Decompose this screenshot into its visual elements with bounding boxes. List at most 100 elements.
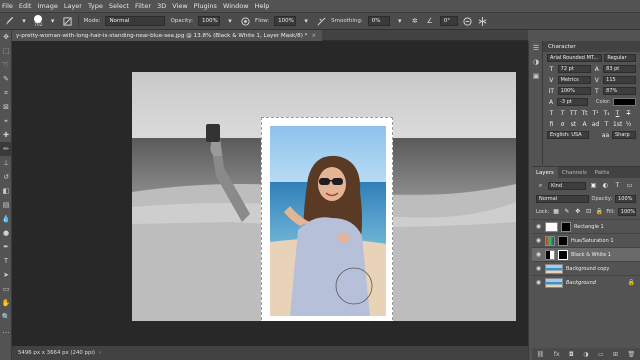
shape-tool-icon[interactable]: ▭: [0, 282, 12, 296]
layer-opacity-field[interactable]: 100%: [615, 194, 636, 203]
clone-stamp-tool-icon[interactable]: ⊥: [0, 156, 12, 170]
font-size-field[interactable]: 72 pt: [557, 65, 591, 73]
text-color-swatch[interactable]: [612, 98, 636, 106]
menu-help[interactable]: Help: [255, 2, 270, 10]
flow-field[interactable]: 100%: [274, 16, 297, 26]
eye-icon[interactable]: ◉: [535, 251, 542, 258]
tab-layers[interactable]: Layers: [532, 167, 558, 178]
eye-icon[interactable]: ◉: [535, 265, 542, 272]
stylistic-button[interactable]: ad: [591, 121, 600, 128]
link-icon[interactable]: ⛓: [537, 351, 545, 358]
all-caps-button[interactable]: TT: [569, 110, 578, 117]
layer-filter-select[interactable]: Kind: [548, 181, 586, 190]
chevron-down-icon[interactable]: ▾: [19, 16, 29, 26]
eyedropper-tool-icon[interactable]: ⌖: [0, 114, 12, 128]
eye-icon[interactable]: ◉: [535, 279, 542, 286]
fx-icon[interactable]: fx: [554, 351, 560, 358]
path-select-tool-icon[interactable]: ➤: [0, 268, 12, 282]
opacity-field[interactable]: 100%: [198, 16, 221, 26]
fill-field[interactable]: 100%: [617, 207, 636, 216]
mode-select[interactable]: Normal: [105, 16, 166, 26]
menu-window[interactable]: Window: [223, 2, 249, 10]
eraser-tool-icon[interactable]: ◧: [0, 184, 12, 198]
lock-all-icon[interactable]: 🔒: [596, 208, 604, 215]
lasso-tool-icon[interactable]: ➰: [0, 58, 12, 72]
blur-tool-icon[interactable]: 💧: [0, 212, 12, 226]
ordinals-button[interactable]: 1st: [613, 121, 622, 128]
brush-settings-icon[interactable]: [63, 16, 73, 26]
filter-type-icon[interactable]: T: [613, 182, 622, 189]
titling-button[interactable]: T: [602, 121, 611, 128]
filter-shape-icon[interactable]: ▭: [625, 182, 634, 189]
quick-select-tool-icon[interactable]: ✎: [0, 72, 12, 86]
leading-field[interactable]: 83 pt: [603, 65, 636, 73]
adjustments-icon[interactable]: ◑: [529, 55, 543, 69]
ligatures-button[interactable]: fi: [547, 121, 556, 128]
pressure-opacity-icon[interactable]: [240, 16, 250, 26]
layer-row[interactable]: ◉ Hue/Saturation 1: [532, 233, 640, 247]
character-panel-title[interactable]: Character: [543, 41, 640, 52]
menu-image[interactable]: Image: [37, 2, 57, 10]
group-icon[interactable]: ▭: [598, 351, 604, 358]
chevron-down-icon[interactable]: ▾: [225, 16, 235, 26]
more-tools-icon[interactable]: …: [0, 324, 12, 338]
superscript-button[interactable]: T¹: [591, 110, 600, 117]
language-select[interactable]: English: USA: [547, 131, 589, 139]
vertical-scale-field[interactable]: 100%: [557, 87, 591, 95]
discretionary-button[interactable]: st: [569, 121, 578, 128]
pressure-size-icon[interactable]: [463, 16, 473, 26]
font-family-select[interactable]: Arial Rounded MT...: [547, 54, 603, 62]
chevron-down-icon[interactable]: ▾: [395, 16, 405, 26]
angle-field[interactable]: 0°: [439, 16, 458, 26]
lock-transparency-icon[interactable]: ▦: [552, 208, 560, 215]
contextual-button[interactable]: σ: [558, 121, 567, 128]
healing-tool-icon[interactable]: ✚: [0, 128, 12, 142]
brush-preset-picker[interactable]: 702: [34, 14, 43, 28]
brush-tool-icon[interactable]: [4, 16, 14, 26]
swash-button[interactable]: A: [580, 121, 589, 128]
hand-tool-icon[interactable]: ✋: [0, 296, 12, 310]
chevron-down-icon[interactable]: ▾: [48, 16, 58, 26]
subscript-button[interactable]: T₁: [602, 110, 611, 117]
menu-edit[interactable]: Edit: [19, 2, 32, 10]
libraries-icon[interactable]: ▣: [529, 69, 543, 83]
eye-icon[interactable]: ◉: [535, 223, 542, 230]
crop-tool-icon[interactable]: ⌗: [0, 86, 12, 100]
menu-plugins[interactable]: Plugins: [194, 2, 217, 10]
horizontal-scale-field[interactable]: 87%: [603, 87, 636, 95]
pen-tool-icon[interactable]: ✒: [0, 240, 12, 254]
new-layer-icon[interactable]: ⊞: [613, 351, 618, 358]
lock-position-icon[interactable]: ✥: [574, 208, 582, 215]
tab-paths[interactable]: Paths: [591, 167, 614, 178]
menu-file[interactable]: File: [2, 2, 13, 10]
layer-row[interactable]: ◉ Background 🔒: [532, 275, 640, 289]
strikethrough-button[interactable]: T: [624, 110, 633, 117]
close-icon[interactable]: ×: [311, 33, 316, 39]
properties-icon[interactable]: ☰: [529, 41, 543, 55]
brush-tool-icon[interactable]: ✏: [0, 142, 12, 156]
faux-italic-button[interactable]: T: [558, 110, 567, 117]
lock-artboard-icon[interactable]: ⊡: [585, 208, 593, 215]
kerning-field[interactable]: Metrics: [557, 76, 591, 84]
document-tab[interactable]: y-pretty-woman-with-long-hair-is-standin…: [12, 30, 323, 41]
trash-icon[interactable]: 🗑: [628, 351, 636, 358]
chevron-right-icon[interactable]: ›: [99, 350, 101, 356]
menu-3d[interactable]: 3D: [157, 2, 166, 10]
move-tool-icon[interactable]: ✥: [0, 30, 12, 44]
lock-pixels-icon[interactable]: ✎: [563, 208, 571, 215]
filter-adjust-icon[interactable]: ◐: [601, 182, 610, 189]
zoom-tool-icon[interactable]: 🔍: [0, 310, 12, 324]
airbrush-icon[interactable]: [316, 16, 326, 26]
underline-button[interactable]: T: [613, 110, 622, 117]
layer-row[interactable]: ◉ Rectangle 1: [532, 219, 640, 233]
fractions-button[interactable]: ½: [624, 121, 633, 128]
small-caps-button[interactable]: Tt: [580, 110, 589, 117]
gradient-tool-icon[interactable]: ▤: [0, 198, 12, 212]
baseline-shift-field[interactable]: -3 pt: [557, 98, 588, 106]
dodge-tool-icon[interactable]: ●: [0, 226, 12, 240]
menu-select[interactable]: Select: [109, 2, 129, 10]
filter-pixel-icon[interactable]: ▣: [589, 182, 598, 189]
adjustment-icon[interactable]: ◑: [583, 351, 588, 358]
angle-icon[interactable]: ∠: [425, 16, 435, 26]
type-tool-icon[interactable]: T: [0, 254, 12, 268]
